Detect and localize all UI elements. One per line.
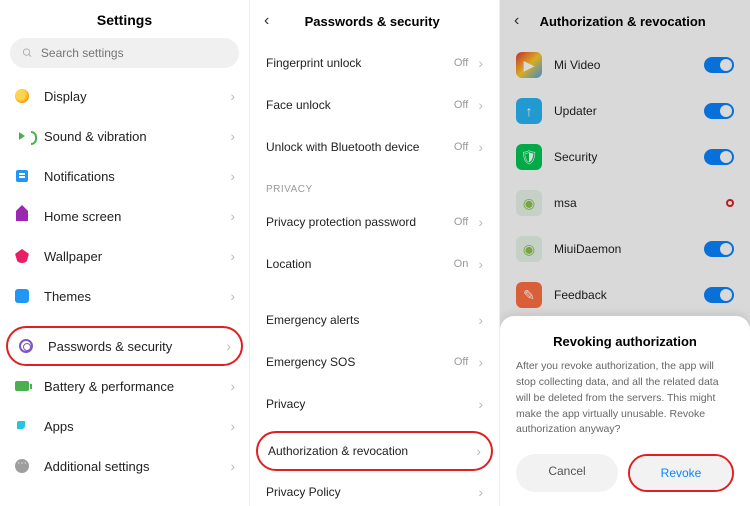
page-title: Settings	[0, 0, 249, 38]
authorization-panel: ‹ Authorization & revocation ▶ Mi Video …	[500, 0, 750, 506]
settings-item-sound[interactable]: Sound & vibration ›	[0, 116, 249, 156]
status-text: Off	[454, 216, 468, 228]
chevron-right-icon: ›	[230, 88, 235, 104]
dialog-body: After you revoke authorization, the app …	[516, 359, 734, 438]
item-label: Fingerprint unlock	[266, 56, 444, 70]
settings-item-notifications[interactable]: Notifications ›	[0, 156, 249, 196]
header: ‹ Passwords & security	[250, 0, 499, 42]
item-face-unlock[interactable]: Face unlock Off ›	[250, 84, 499, 126]
chevron-right-icon: ›	[230, 248, 235, 264]
settings-item-apps[interactable]: Apps ›	[0, 406, 249, 446]
settings-item-themes[interactable]: Themes ›	[0, 276, 249, 316]
item-location[interactable]: Location On ›	[250, 243, 499, 285]
item-label: Privacy Policy	[266, 485, 468, 499]
settings-panel: Settings Display › Sound & vibration › N…	[0, 0, 250, 506]
settings-item-battery[interactable]: Battery & performance ›	[0, 366, 249, 406]
item-label: Passwords & security	[48, 339, 212, 354]
chevron-right-icon: ›	[478, 354, 483, 370]
chevron-right-icon: ›	[478, 396, 483, 412]
settings-item-home[interactable]: Home screen ›	[0, 196, 249, 236]
item-emergency-sos[interactable]: Emergency SOS Off ›	[250, 341, 499, 383]
wallpaper-icon	[14, 248, 30, 264]
highlight-authorization: Authorization & revocation ›	[256, 431, 493, 471]
search-icon	[22, 47, 33, 59]
item-label: Display	[44, 89, 216, 104]
item-privacy-policy[interactable]: Privacy Policy ›	[250, 471, 499, 506]
settings-item-passwords[interactable]: Passwords & security ›	[8, 328, 241, 364]
status-text: Off	[454, 99, 468, 111]
battery-icon	[14, 378, 30, 394]
display-icon	[14, 88, 30, 104]
item-label: Location	[266, 257, 444, 271]
item-label: Authorization & revocation	[268, 444, 466, 458]
chevron-right-icon: ›	[478, 55, 483, 71]
chevron-right-icon: ›	[230, 128, 235, 144]
item-label: Themes	[44, 289, 216, 304]
section-privacy: PRIVACY	[250, 168, 499, 201]
search-field[interactable]	[10, 38, 239, 68]
settings-item-wallpaper[interactable]: Wallpaper ›	[0, 236, 249, 276]
home-icon	[14, 208, 30, 224]
chevron-right-icon: ›	[230, 458, 235, 474]
status-text: On	[454, 258, 469, 270]
status-text: Off	[454, 141, 468, 153]
themes-icon	[14, 288, 30, 304]
item-emergency-alerts[interactable]: Emergency alerts ›	[250, 299, 499, 341]
chevron-right-icon: ›	[230, 168, 235, 184]
chevron-right-icon: ›	[478, 484, 483, 500]
fingerprint-icon	[18, 338, 34, 354]
status-text: Off	[454, 57, 468, 69]
chevron-right-icon: ›	[226, 338, 231, 354]
sound-icon	[14, 128, 30, 144]
chevron-right-icon: ›	[478, 214, 483, 230]
page-title: Passwords & security	[259, 14, 485, 29]
search-input[interactable]	[41, 46, 227, 60]
item-fingerprint-unlock[interactable]: Fingerprint unlock Off ›	[250, 42, 499, 84]
item-label: Unlock with Bluetooth device	[266, 140, 444, 154]
revoke-button[interactable]: Revoke	[630, 456, 732, 490]
chevron-right-icon: ›	[478, 97, 483, 113]
passwords-security-panel: ‹ Passwords & security Fingerprint unloc…	[250, 0, 500, 506]
item-label: Home screen	[44, 209, 216, 224]
revoke-dialog: Revoking authorization After you revoke …	[500, 316, 750, 506]
highlight-passwords-security: Passwords & security ›	[6, 326, 243, 366]
item-label: Apps	[44, 419, 216, 434]
chevron-right-icon: ›	[478, 256, 483, 272]
notifications-icon	[14, 168, 30, 184]
chevron-right-icon: ›	[230, 418, 235, 434]
chevron-right-icon: ›	[230, 288, 235, 304]
cancel-button[interactable]: Cancel	[516, 454, 618, 492]
item-label: Privacy protection password	[266, 215, 444, 229]
item-label: Wallpaper	[44, 249, 216, 264]
item-label: Emergency alerts	[266, 313, 468, 327]
settings-item-display[interactable]: Display ›	[0, 76, 249, 116]
apps-icon	[14, 418, 30, 434]
item-privacy[interactable]: Privacy ›	[250, 383, 499, 425]
chevron-right-icon: ›	[478, 139, 483, 155]
item-authorization-revocation[interactable]: Authorization & revocation ›	[258, 433, 491, 469]
settings-item-additional[interactable]: Additional settings ›	[0, 446, 249, 486]
item-label: Sound & vibration	[44, 129, 216, 144]
item-label: Additional settings	[44, 459, 216, 474]
status-text: Off	[454, 356, 468, 368]
item-label: Face unlock	[266, 98, 444, 112]
chevron-right-icon: ›	[230, 208, 235, 224]
highlight-revoke: Revoke	[628, 454, 734, 492]
item-label: Battery & performance	[44, 379, 216, 394]
settings-item-wellbeing[interactable]: Digital Wellbeing ›	[0, 496, 249, 506]
item-label: Notifications	[44, 169, 216, 184]
item-label: Emergency SOS	[266, 355, 444, 369]
item-privacy-password[interactable]: Privacy protection password Off ›	[250, 201, 499, 243]
more-icon	[14, 458, 30, 474]
dialog-actions: Cancel Revoke	[516, 454, 734, 492]
chevron-right-icon: ›	[478, 312, 483, 328]
chevron-right-icon: ›	[230, 378, 235, 394]
chevron-right-icon: ›	[476, 443, 481, 459]
item-label: Privacy	[266, 397, 468, 411]
dialog-title: Revoking authorization	[516, 334, 734, 349]
item-bluetooth-unlock[interactable]: Unlock with Bluetooth device Off ›	[250, 126, 499, 168]
